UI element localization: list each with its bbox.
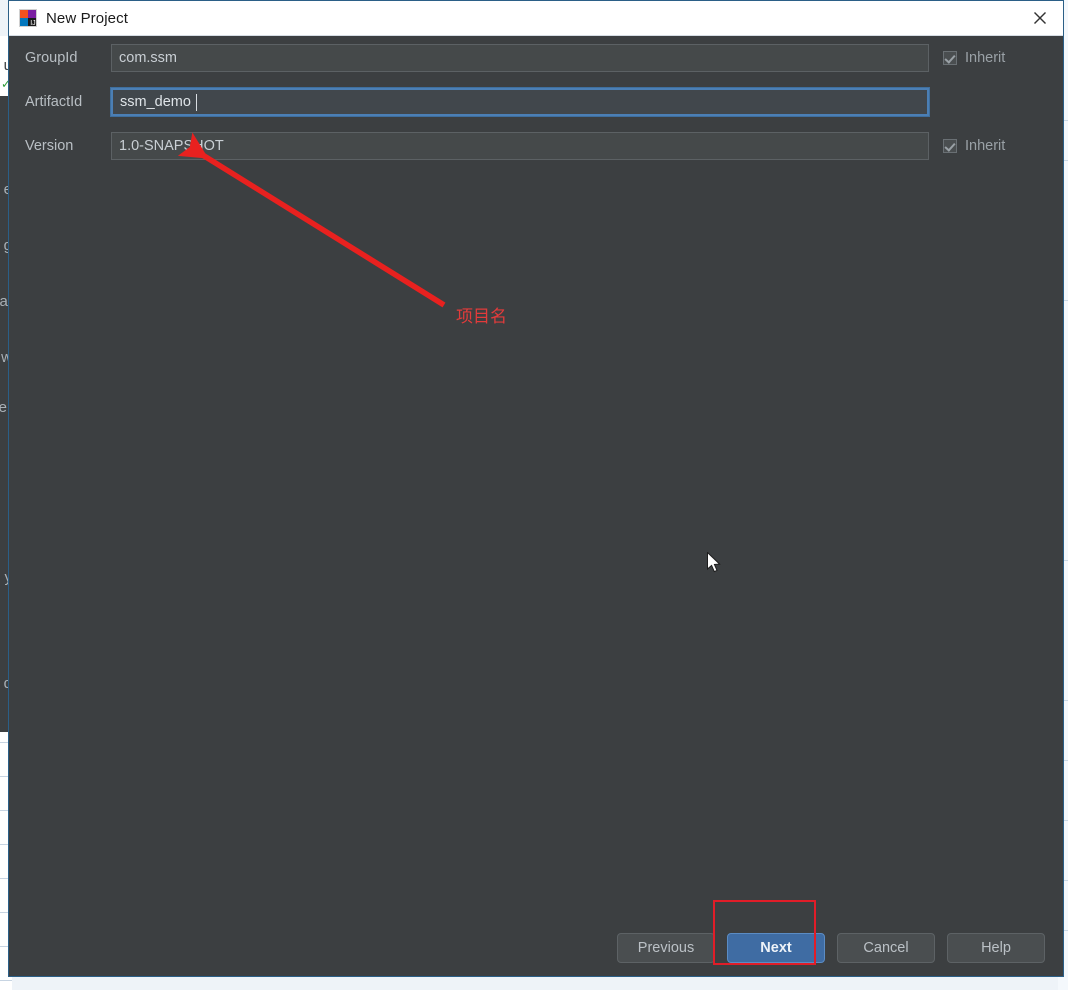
- previous-button[interactable]: Previous: [617, 933, 715, 963]
- mouse-cursor-icon: [707, 552, 723, 576]
- svg-text:IJ: IJ: [30, 20, 35, 27]
- cancel-button[interactable]: Cancel: [837, 933, 935, 963]
- next-button-slot: Next: [727, 933, 825, 963]
- groupid-label: GroupId: [25, 50, 111, 66]
- checkbox-checked-icon[interactable]: [943, 51, 957, 65]
- screen-root: u ✓ e g at w er y t d: [0, 0, 1068, 990]
- dialog-titlebar: IJ New Project: [9, 1, 1063, 36]
- artifactid-input[interactable]: [111, 88, 929, 116]
- help-button[interactable]: Help: [947, 933, 1045, 963]
- new-project-dialog: IJ New Project GroupId: [8, 0, 1064, 977]
- next-button[interactable]: Next: [727, 933, 825, 963]
- text-caret: [196, 94, 197, 111]
- form-row-artifactid: ArtifactId Inherit: [9, 80, 1063, 124]
- dialog-body: GroupId Inherit ArtifactId: [9, 36, 1063, 976]
- groupid-inherit-checkbox[interactable]: Inherit: [943, 50, 1051, 66]
- intellij-idea-icon: IJ: [19, 9, 37, 27]
- annotation-label: 项目名: [456, 302, 507, 327]
- version-inherit-label: Inherit: [965, 138, 1005, 154]
- annotation-arrow-svg: [9, 36, 1065, 990]
- maven-coordinates-form: GroupId Inherit ArtifactId: [9, 36, 1063, 168]
- version-input[interactable]: [111, 132, 929, 160]
- checkbox-checked-icon[interactable]: [943, 139, 957, 153]
- artifactid-label: ArtifactId: [25, 94, 111, 110]
- version-label: Version: [25, 138, 111, 154]
- groupid-field-wrap: [111, 44, 929, 72]
- close-icon[interactable]: [1017, 1, 1063, 35]
- form-row-version: Version Inherit: [9, 124, 1063, 168]
- dialog-button-bar: Previous Next Cancel Help: [617, 933, 1045, 963]
- form-row-groupid: GroupId Inherit: [9, 36, 1063, 80]
- groupid-inherit-label: Inherit: [965, 50, 1005, 66]
- groupid-input[interactable]: [111, 44, 929, 72]
- artifactid-field-wrap: [111, 88, 929, 116]
- dialog-title: New Project: [46, 10, 128, 27]
- annotation-layer: 项目名: [9, 36, 1065, 990]
- version-inherit-checkbox[interactable]: Inherit: [943, 138, 1051, 154]
- annotation-arrow: [201, 154, 444, 305]
- version-field-wrap: [111, 132, 929, 160]
